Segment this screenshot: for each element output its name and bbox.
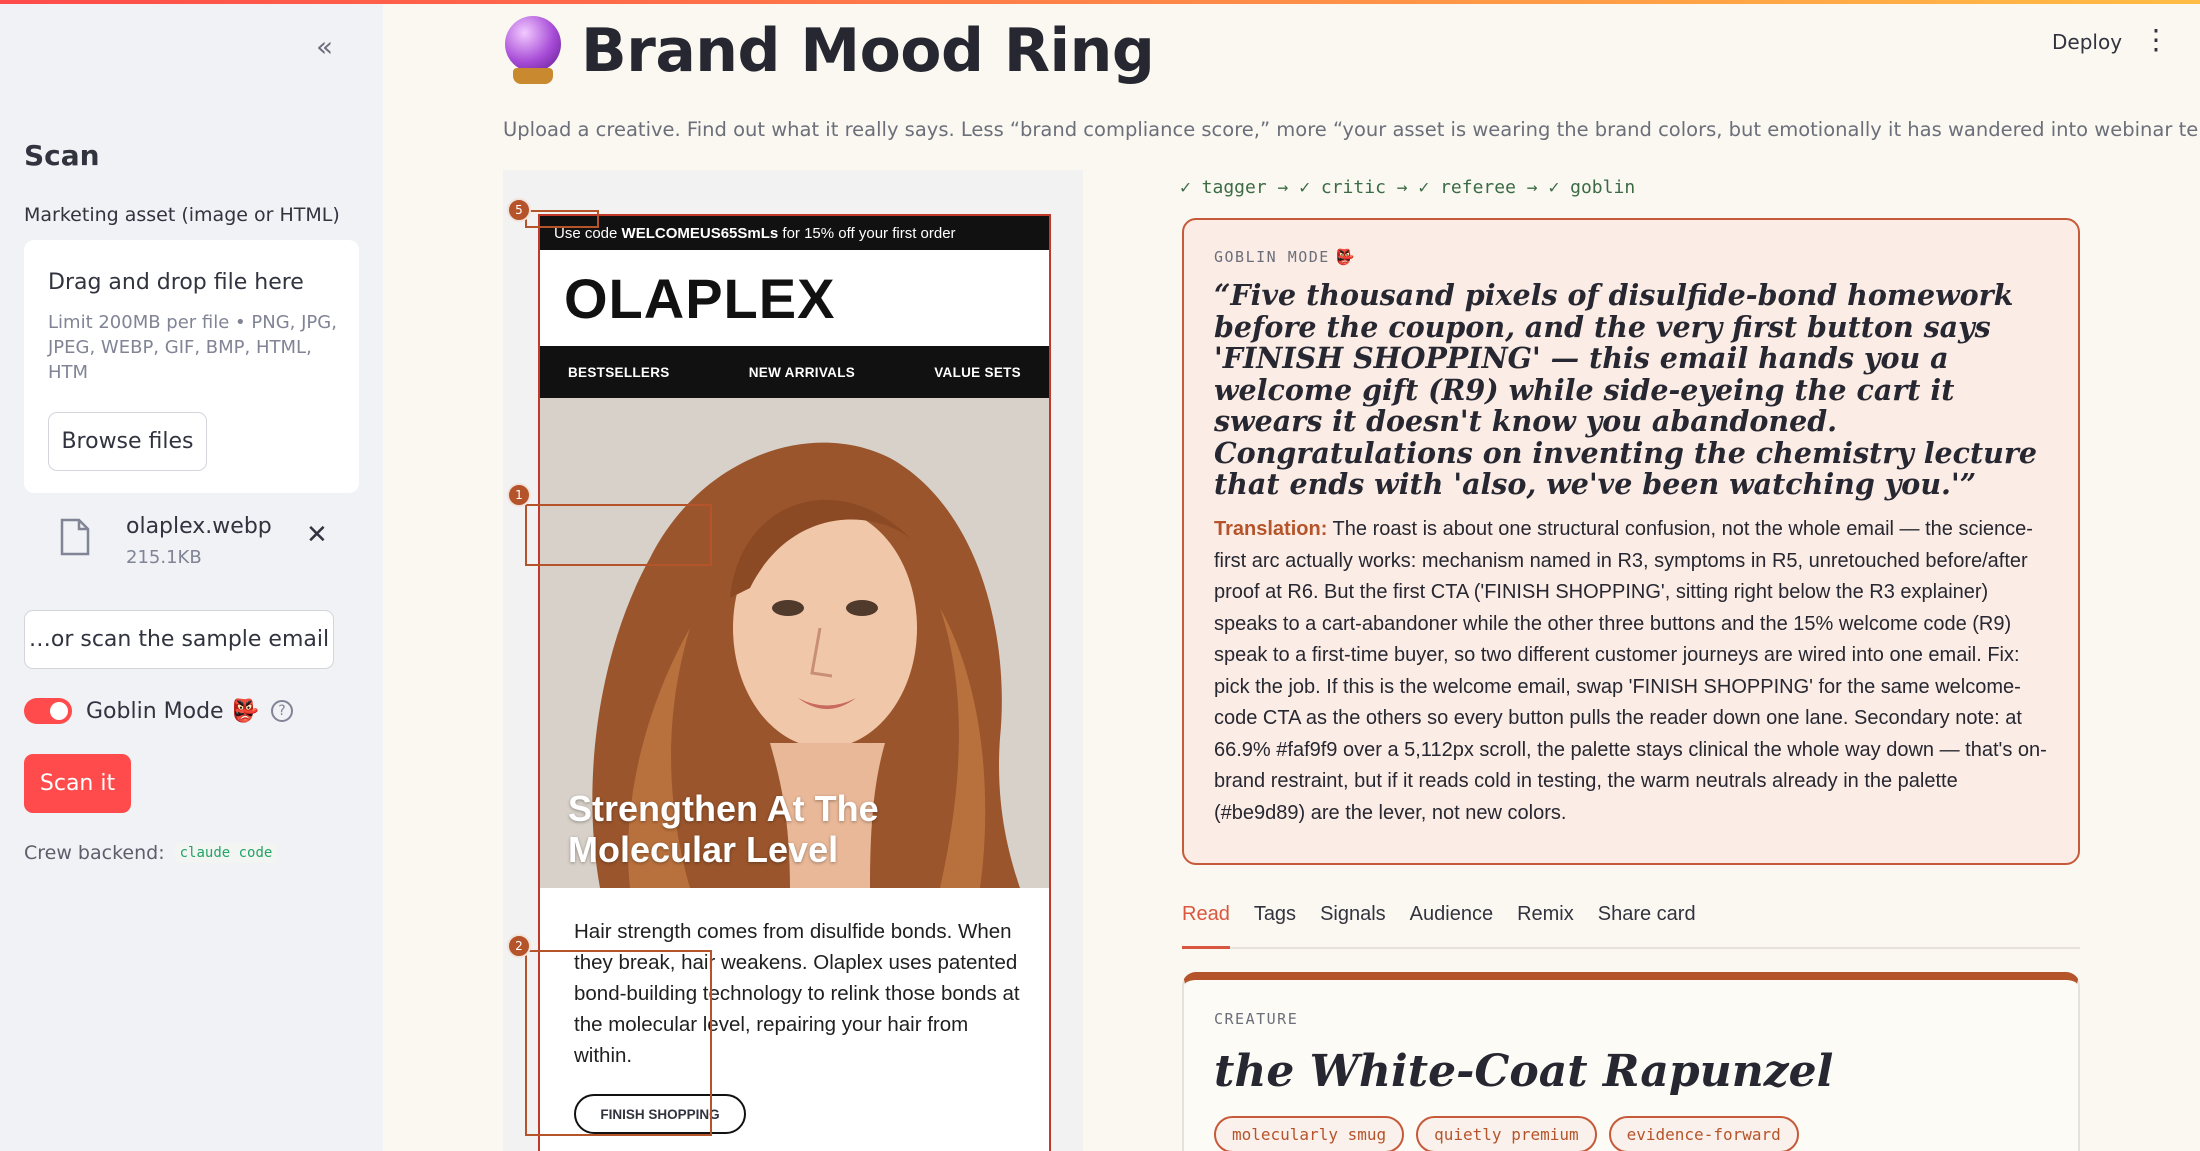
deploy-button[interactable]: Deploy [2052, 30, 2122, 54]
goblin-mode-label: Goblin Mode [86, 698, 224, 724]
goblin-mode-card: GOBLIN MODE 👺 “Five thousand pixels of di… [1182, 218, 2080, 865]
email-nav-value-sets[interactable]: VALUE SETS [934, 365, 1021, 380]
promo-bar: Use code WELCOMEUS65SmLs for 15% off you… [540, 216, 1049, 250]
region-marker-1: 1 [507, 483, 531, 507]
region-highlight-2 [525, 950, 712, 1136]
goblin-icon: 👺 [231, 698, 259, 724]
tab-audience[interactable]: Audience [1410, 897, 1493, 949]
backend-label: Crew backend: [24, 842, 165, 864]
email-nav: BESTSELLERS NEW ARRIVALS VALUE SETS [540, 346, 1049, 398]
main-menu-icon[interactable]: ⋮ [2142, 26, 2170, 54]
file-name: olaplex.webp [126, 514, 272, 539]
page-subtitle: Upload a creative. Find out what it real… [503, 118, 2200, 141]
email-preview: Use code WELCOMEUS65SmLs for 15% off you… [503, 170, 1083, 1151]
remove-file-icon[interactable]: ✕ [306, 520, 328, 550]
goblin-translation: Translation: The roast is about one stru… [1214, 514, 2050, 829]
tab-share-card[interactable]: Share card [1598, 897, 1696, 949]
creature-chip: evidence-forward [1608, 1116, 1799, 1151]
hero-headline: Strengthen At The Molecular Level [568, 788, 879, 870]
promo-code: WELCOMEUS65SmLs [621, 224, 779, 242]
goblin-mode-toggle[interactable] [24, 698, 72, 724]
sidebar-title: Scan [24, 139, 100, 172]
file-icon [60, 518, 90, 556]
file-size: 215.1KB [126, 547, 202, 568]
creature-chip: quietly premium [1416, 1116, 1597, 1151]
goblin-mode-icon: 👺 [1335, 248, 1357, 266]
uploaded-file: olaplex.webp 215.1KB ✕ [24, 504, 359, 580]
crystal-ball-icon [503, 16, 563, 86]
dropzone-limit: Limit 200MB per file • PNG, JPG, JPEG, W… [48, 312, 337, 383]
backend-info: Crew backend: claude code [24, 842, 278, 864]
goblin-mode-toggle-row: Goblin Mode 👺 ? [24, 694, 293, 728]
upload-label: Marketing asset (image or HTML) [24, 204, 340, 226]
hero-line-2: Molecular Level [568, 829, 839, 870]
email-nav-new-arrivals[interactable]: NEW ARRIVALS [749, 365, 855, 380]
creature-card: CREATURE the White-Coat Rapunzel molecul… [1182, 972, 2080, 1151]
tab-read[interactable]: Read [1182, 897, 1230, 949]
collapse-sidebar-icon[interactable]: « [316, 30, 333, 63]
page-header: Brand Mood Ring [503, 16, 1155, 86]
tab-tags[interactable]: Tags [1254, 897, 1296, 949]
creature-chips: molecularly smug quietly premium evidenc… [1214, 1116, 1811, 1151]
tab-signals[interactable]: Signals [1320, 897, 1386, 949]
creature-chip: molecularly smug [1214, 1116, 1405, 1151]
translation-text: The roast is about one structural confus… [1214, 518, 2047, 824]
hero-line-1: Strengthen At The [568, 788, 879, 829]
translation-label: Translation: [1214, 518, 1328, 540]
pipeline-status: ✓ tagger → ✓ critic → ✓ referee → ✓ gobl… [1180, 177, 1636, 198]
brand-logo: OLAPLEX [564, 267, 836, 330]
creature-name: the White-Coat Rapunzel [1214, 1046, 1834, 1097]
sidebar: « Scan Marketing asset (image or HTML) D… [0, 4, 383, 1151]
region-highlight-1 [525, 504, 712, 566]
region-highlight-5 [525, 210, 599, 228]
dropzone-title: Drag and drop file here [48, 270, 304, 295]
scan-sample-button[interactable]: …or scan the sample email [24, 610, 334, 669]
backend-value: claude code [174, 843, 278, 863]
promo-suffix: for 15% off your first order [778, 224, 956, 242]
file-dropzone[interactable]: Drag and drop file here Limit 200MB per … [24, 240, 359, 493]
goblin-mode-title: GOBLIN MODE [1214, 248, 1330, 266]
creature-label: CREATURE [1214, 1010, 1299, 1028]
browse-files-button[interactable]: Browse files [48, 412, 207, 471]
page-title: Brand Mood Ring [581, 16, 1155, 86]
tab-remix[interactable]: Remix [1517, 897, 1574, 949]
region-marker-2: 2 [507, 934, 531, 958]
hero-image: Strengthen At The Molecular Level [540, 398, 1049, 888]
email-nav-bestsellers[interactable]: BESTSELLERS [568, 365, 670, 380]
goblin-mode-label-header: GOBLIN MODE 👺 [1214, 248, 1356, 266]
help-icon[interactable]: ? [270, 700, 293, 722]
goblin-quote: “Five thousand pixels of disulfide-bond … [1214, 278, 2038, 501]
scan-button[interactable]: Scan it [24, 754, 131, 813]
region-marker-5: 5 [507, 198, 531, 222]
result-tabs: Read Tags Signals Audience Remix Share c… [1182, 897, 2080, 949]
